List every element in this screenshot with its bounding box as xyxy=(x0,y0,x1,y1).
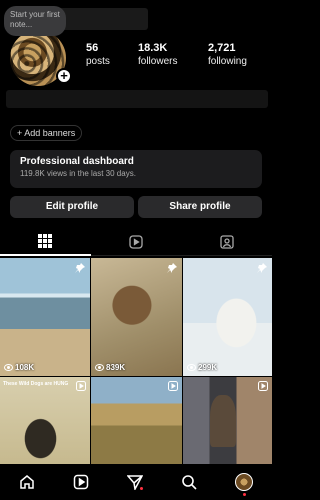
notification-dot xyxy=(243,493,246,496)
send-button[interactable] xyxy=(126,474,144,492)
posts-grid: 108K 839K 299K These Wild Dogs are HUNG xyxy=(0,258,272,465)
reel-icon xyxy=(258,381,268,391)
bottom-nav xyxy=(0,464,272,500)
view-count-text: 108K xyxy=(15,363,35,372)
stat-label: followers xyxy=(138,56,178,67)
stat-value: 2,721 xyxy=(208,42,236,54)
post-tile[interactable] xyxy=(183,377,272,465)
reel-icon xyxy=(168,381,178,391)
view-count: 839K xyxy=(95,363,125,372)
stat-value: 18.3K xyxy=(138,42,168,54)
tab-tagged[interactable] xyxy=(181,228,273,256)
post-tile[interactable] xyxy=(91,377,182,465)
search-icon[interactable] xyxy=(181,474,197,490)
stat-followers[interactable]: 18.3K followers xyxy=(138,42,204,67)
profile-tabs xyxy=(0,228,273,256)
pin-icon xyxy=(75,263,85,273)
professional-dashboard[interactable]: Professional dashboard 119.8K views in t… xyxy=(10,150,262,188)
stat-posts[interactable]: 56 posts xyxy=(86,42,144,67)
tab-grid[interactable] xyxy=(0,228,91,256)
grid-icon xyxy=(38,234,53,248)
dashboard-title: Professional dashboard xyxy=(20,156,134,167)
redacted-bio xyxy=(6,90,268,108)
view-count-text: 839K xyxy=(106,363,126,372)
tab-reels[interactable] xyxy=(90,228,182,256)
add-story-icon[interactable]: + xyxy=(56,68,72,84)
profile-avatar-icon xyxy=(235,473,253,491)
note-bubble[interactable]: Start your first note... xyxy=(4,6,66,36)
view-count: 108K xyxy=(4,363,34,372)
post-tile[interactable]: These Wild Dogs are HUNG xyxy=(0,377,90,465)
eye-icon xyxy=(4,364,13,371)
pin-icon xyxy=(257,263,267,273)
tagged-icon xyxy=(220,234,234,249)
stat-label: following xyxy=(208,56,247,67)
post-tile[interactable]: 839K xyxy=(91,258,182,376)
post-tile[interactable]: 108K xyxy=(0,258,90,376)
edit-profile-button[interactable]: Edit profile xyxy=(10,196,134,218)
stat-value: 56 xyxy=(86,42,99,54)
post-tile[interactable]: 299K xyxy=(183,258,272,376)
eye-icon xyxy=(95,364,104,371)
notification-dot xyxy=(140,487,143,490)
view-count-text: 299K xyxy=(198,363,218,372)
profile-nav[interactable] xyxy=(235,473,253,496)
profile-header: + Start your first note... 56 posts 18.3… xyxy=(0,0,272,108)
add-banners-button[interactable]: + Add banners xyxy=(10,125,83,141)
post-caption: These Wild Dogs are HUNG xyxy=(3,381,69,387)
reel-icon xyxy=(76,381,86,391)
reels-nav-icon[interactable] xyxy=(73,474,89,490)
profile-avatar-wrap[interactable]: + xyxy=(10,30,72,86)
eye-icon xyxy=(187,364,196,371)
share-profile-button[interactable]: Share profile xyxy=(138,196,262,218)
profile-stats: 56 posts 18.3K followers 2,721 following xyxy=(86,42,266,67)
home-icon[interactable] xyxy=(19,474,35,490)
view-count: 299K xyxy=(187,363,217,372)
stat-following[interactable]: 2,721 following xyxy=(208,42,266,67)
dashboard-subtitle: 119.8K views in the last 30 days. xyxy=(20,169,136,178)
reels-icon xyxy=(129,234,143,249)
stat-label: posts xyxy=(86,56,110,67)
pin-icon xyxy=(167,263,177,273)
